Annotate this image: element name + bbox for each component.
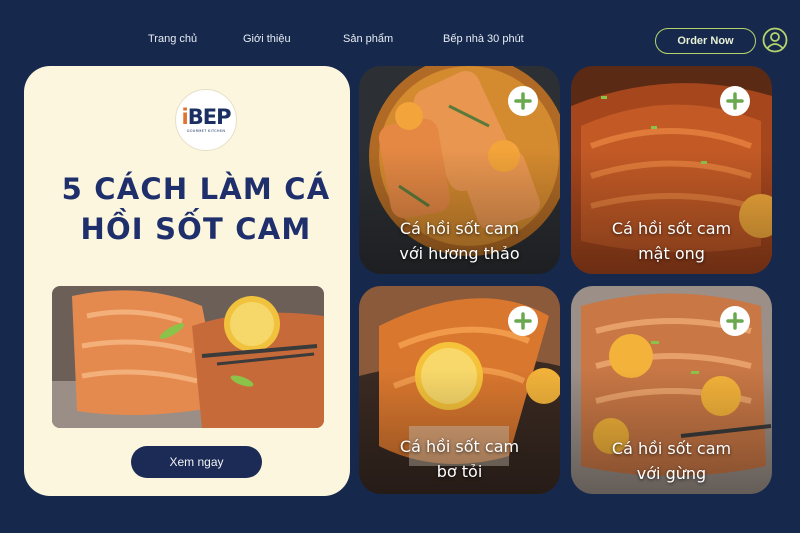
add-icon[interactable] [720,86,750,116]
salmon-photo [52,286,324,428]
add-icon[interactable] [508,306,538,336]
card-title: Cá hồi sốt cam mật ong [611,219,732,263]
user-circle-icon[interactable] [762,27,788,53]
card-title: Cá hồi sốt cam bơ tỏi [399,437,520,481]
title-line-1: 5 cách làm cá [61,172,331,206]
recipe-card-honey[interactable]: Cá hồi sốt cam mật ong [571,66,772,274]
nav-link-kitchen-30-min[interactable]: Bếp nhà 30 phút [443,33,524,45]
nav-link-products[interactable]: Sản phẩm [343,33,393,45]
recipe-card-garlic-butter[interactable]: Cá hồi sốt cam bơ tỏi [359,286,560,494]
card-title: Cá hồi sốt cam với gừng [611,439,732,483]
hero-card: iBEP GOURMET KITCHEN 5 cách làm cá hồi s… [24,66,350,496]
recipe-card-ginger[interactable]: Cá hồi sốt cam với gừng [571,286,772,494]
recipe-card-rosemary[interactable]: Cá hồi sốt cam với hương thảo [359,66,560,274]
brand-logo[interactable]: iBEP GOURMET KITCHEN [175,89,237,151]
card-title: Cá hồi sốt cam với hương thảo [399,219,520,263]
add-icon[interactable] [720,306,750,336]
add-icon[interactable] [508,86,538,116]
logo-tagline: GOURMET KITCHEN [186,129,226,133]
view-now-button[interactable]: Xem ngay [131,446,262,478]
nav-link-about[interactable]: Giới thiệu [243,33,291,45]
logo-wordmark: iBEP [181,105,232,129]
title-line-2: hồi sốt cam [80,212,312,246]
order-now-button[interactable]: Order Now [655,28,756,54]
page-title: 5 cách làm cá hồi sốt cam [46,169,346,249]
nav-link-home[interactable]: Trang chủ [148,33,197,45]
